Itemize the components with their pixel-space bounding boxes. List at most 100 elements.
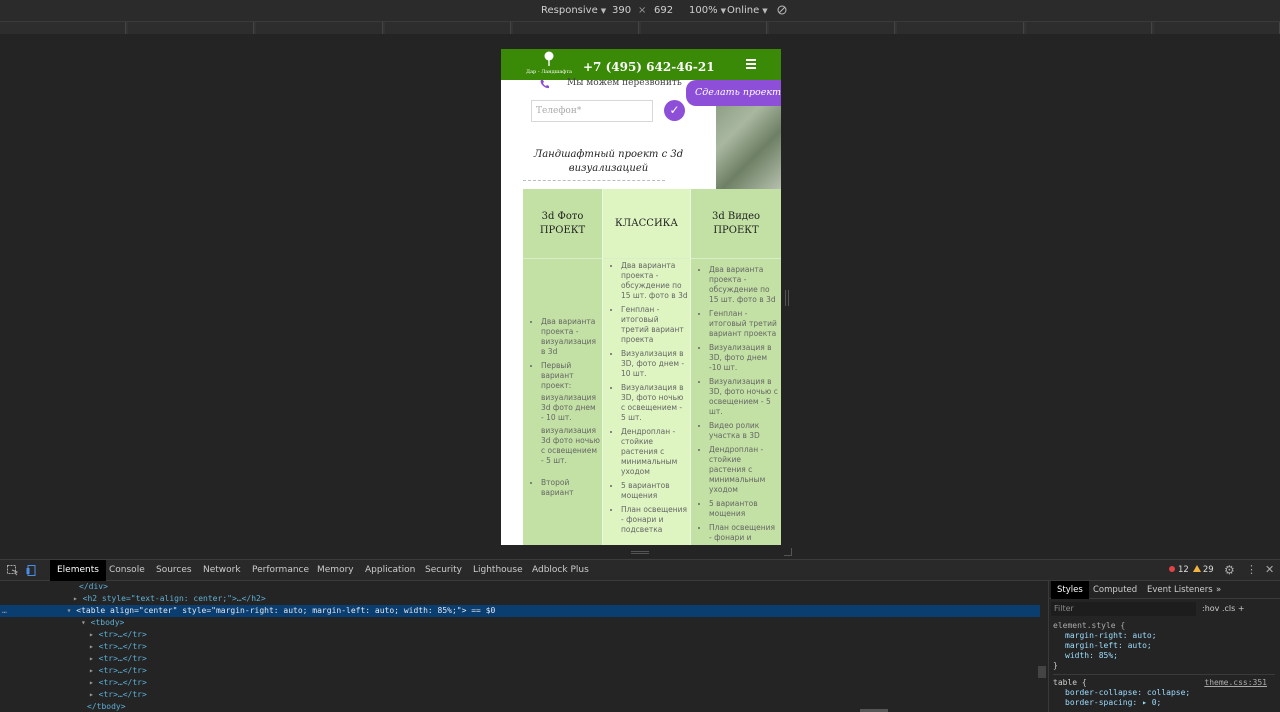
dom-node[interactable]: ▸ <h2 style="text-align: center;">…</h2> bbox=[73, 593, 266, 605]
media-query-bar[interactable] bbox=[0, 22, 1280, 34]
list-item: Генплан - итоговый третий вариант проект… bbox=[709, 309, 779, 339]
dimension-separator: × bbox=[638, 5, 647, 16]
tab-application[interactable]: Application bbox=[365, 565, 415, 575]
css-property[interactable]: margin-right: auto; bbox=[1053, 631, 1275, 641]
dom-node[interactable]: ▸ <tr>…</tr> bbox=[89, 653, 147, 665]
pricing-column-photo: 3d Фото ПРОЕКТ Два варианта проекта - ви… bbox=[523, 189, 602, 545]
dom-node[interactable]: ▸ <tr>…</tr> bbox=[89, 665, 147, 677]
css-property[interactable]: width: 85%; bbox=[1053, 651, 1275, 661]
tab-lighthouse[interactable]: Lighthouse bbox=[473, 565, 523, 575]
issues-counter[interactable]: 12 29 bbox=[1169, 565, 1214, 575]
list-item: Дендроплан - стойкие растения с минималь… bbox=[621, 427, 688, 477]
error-icon bbox=[1169, 566, 1175, 572]
site-header: Дар - Ландшафта +7 (495) 642-46-21 bbox=[501, 49, 781, 80]
emulated-page: Дар - Ландшафта +7 (495) 642-46-21 Мы мо… bbox=[501, 49, 781, 545]
tab-security[interactable]: Security bbox=[425, 565, 462, 575]
section-divider bbox=[523, 180, 665, 181]
list-item: 5 вариантов мощения bbox=[709, 499, 779, 519]
style-rules: element.style { margin-right: auto; marg… bbox=[1053, 621, 1275, 708]
network-throttle-select[interactable]: Online ▼ bbox=[727, 5, 768, 16]
phone-handset-icon bbox=[540, 80, 549, 89]
warning-icon bbox=[1192, 565, 1201, 572]
settings-gear-icon[interactable]: ⚙ bbox=[1224, 563, 1235, 577]
site-logo[interactable]: Дар - Ландшафта bbox=[521, 51, 577, 78]
tab-styles[interactable]: Styles bbox=[1051, 581, 1089, 599]
dom-node[interactable]: ▸ <tr>…</tr> bbox=[89, 677, 147, 689]
dom-node[interactable]: ▸ <tr>…</tr> bbox=[89, 641, 147, 653]
list-item: Визуализация в 3D, фото днем -10 шт. bbox=[709, 343, 779, 373]
more-options-icon[interactable]: ⋮ bbox=[1246, 563, 1257, 576]
column-title: КЛАССИКА bbox=[603, 189, 690, 259]
pricing-column-classic: КЛАССИКА Два варианта проекта - обсужден… bbox=[602, 189, 690, 545]
list-item: Генплан - итоговый третий вариант проект… bbox=[621, 305, 688, 345]
list-item: План освещения - фонари и подсветка bbox=[621, 505, 688, 535]
submit-button[interactable]: ✓ bbox=[664, 100, 685, 121]
list-item: Визуализация в 3D, фото ночью с освещени… bbox=[621, 383, 688, 423]
dom-node[interactable]: </div> bbox=[79, 581, 108, 593]
dom-node[interactable]: ▸ <tr>…</tr> bbox=[89, 629, 147, 641]
tab-elements[interactable]: Elements bbox=[50, 560, 106, 581]
tab-adblock-plus[interactable]: Adblock Plus bbox=[532, 565, 589, 575]
dom-node[interactable]: ▾ <tbody> bbox=[81, 617, 124, 629]
viewport-resize-handle-corner[interactable] bbox=[784, 548, 792, 556]
hamburger-menu-icon[interactable] bbox=[746, 59, 756, 71]
viewport-width-input[interactable]: 390 bbox=[612, 5, 631, 16]
more-tabs-chevron-icon[interactable]: » bbox=[1216, 585, 1221, 595]
styles-tabbar: Styles Computed Event Listeners » bbox=[1049, 581, 1280, 599]
list-item: 5 вариантов мощения bbox=[621, 481, 688, 501]
list-item: Дендроплан - стойкие растения с минималь… bbox=[709, 445, 779, 495]
list-item-detail: визуализация 3d фото ночью с освещением … bbox=[541, 426, 600, 465]
callback-text: Мы можем перезвонить bbox=[567, 78, 682, 88]
list-item: Визуализация в 3D, фото днем - 10 шт. bbox=[621, 349, 688, 379]
rule-selector: table { bbox=[1053, 678, 1087, 687]
list-item: Второй вариант bbox=[541, 478, 600, 498]
tab-memory[interactable]: Memory bbox=[317, 565, 354, 575]
section-title: Ландшафтный проект с 3d визуализацией bbox=[533, 149, 684, 174]
devtools-panel: Elements Console Sources Network Perform… bbox=[0, 559, 1280, 712]
css-property[interactable]: border-collapse: collapse; bbox=[1053, 688, 1275, 698]
dom-node-selected[interactable]: … ▾ <table align="center" style="margin-… bbox=[0, 605, 1040, 617]
viewport-resize-handle-right[interactable] bbox=[785, 290, 789, 306]
inspect-element-icon[interactable] bbox=[7, 565, 19, 579]
devtools-tabbar: Elements Console Sources Network Perform… bbox=[0, 560, 1280, 581]
list-item: Видео ролик участка в 3D bbox=[709, 421, 779, 441]
rule-source-link[interactable]: theme.css:351 bbox=[1204, 678, 1267, 688]
styles-filter-input[interactable]: Filter bbox=[1051, 602, 1196, 616]
header-phone[interactable]: +7 (495) 642-46-21 bbox=[583, 60, 715, 74]
filter-options[interactable]: :hov .cls + bbox=[1202, 604, 1245, 613]
column-title: 3d Фото ПРОЕКТ bbox=[523, 189, 602, 259]
zoom-select[interactable]: 100% ▼ bbox=[689, 5, 726, 16]
tab-performance[interactable]: Performance bbox=[252, 565, 309, 575]
tab-event-listeners[interactable]: Event Listeners bbox=[1147, 585, 1213, 595]
viewport-height-input[interactable]: 692 bbox=[654, 5, 673, 16]
tree-icon bbox=[544, 51, 554, 66]
list-item: Два варианта проекта - визуализация в 3d bbox=[541, 317, 600, 357]
css-property[interactable]: border-spacing: ▸ 0; bbox=[1053, 698, 1275, 708]
styles-pane: Styles Computed Event Listeners » Filter… bbox=[1048, 581, 1280, 712]
tab-computed[interactable]: Computed bbox=[1093, 585, 1137, 595]
list-item: Визуализация в 3D, фото ночью с освещени… bbox=[709, 377, 779, 417]
tab-console[interactable]: Console bbox=[109, 565, 145, 575]
dom-scrollbar[interactable] bbox=[1038, 666, 1046, 678]
list-item: Два варианта проекта - обсуждение по 15 … bbox=[709, 265, 779, 305]
list-item-detail: визуализация 3d фото днем - 10 шт. bbox=[541, 393, 597, 422]
device-toggle-icon[interactable] bbox=[26, 565, 37, 579]
list-item: Два варианта проекта - обсуждение по 15 … bbox=[621, 261, 688, 301]
device-select[interactable]: Responsive ▼ bbox=[541, 5, 606, 16]
tab-sources[interactable]: Sources bbox=[156, 565, 192, 575]
phone-field[interactable]: Телефон* bbox=[531, 100, 653, 122]
column-title: 3d Видео ПРОЕКТ bbox=[691, 189, 781, 259]
make-project-button[interactable]: Сделать проект bbox=[686, 80, 781, 106]
rotate-icon[interactable] bbox=[777, 5, 787, 18]
tab-network[interactable]: Network bbox=[203, 565, 241, 575]
logo-text: Дар - Ландшафта bbox=[526, 69, 572, 75]
rule-selector: element.style { bbox=[1053, 621, 1126, 630]
close-icon[interactable]: ✕ bbox=[1265, 563, 1274, 576]
rule-close: } bbox=[1053, 661, 1058, 670]
dom-node[interactable]: </tbody> bbox=[87, 701, 126, 712]
dom-node[interactable]: ▸ <tr>…</tr> bbox=[89, 689, 147, 701]
pricing-table: 3d Фото ПРОЕКТ Два варианта проекта - ви… bbox=[523, 189, 781, 545]
viewport-resize-handle-bottom[interactable] bbox=[631, 551, 649, 554]
pricing-column-video: 3d Видео ПРОЕКТ Два варианта проекта - о… bbox=[690, 189, 781, 545]
css-property[interactable]: margin-left: auto; bbox=[1053, 641, 1275, 651]
